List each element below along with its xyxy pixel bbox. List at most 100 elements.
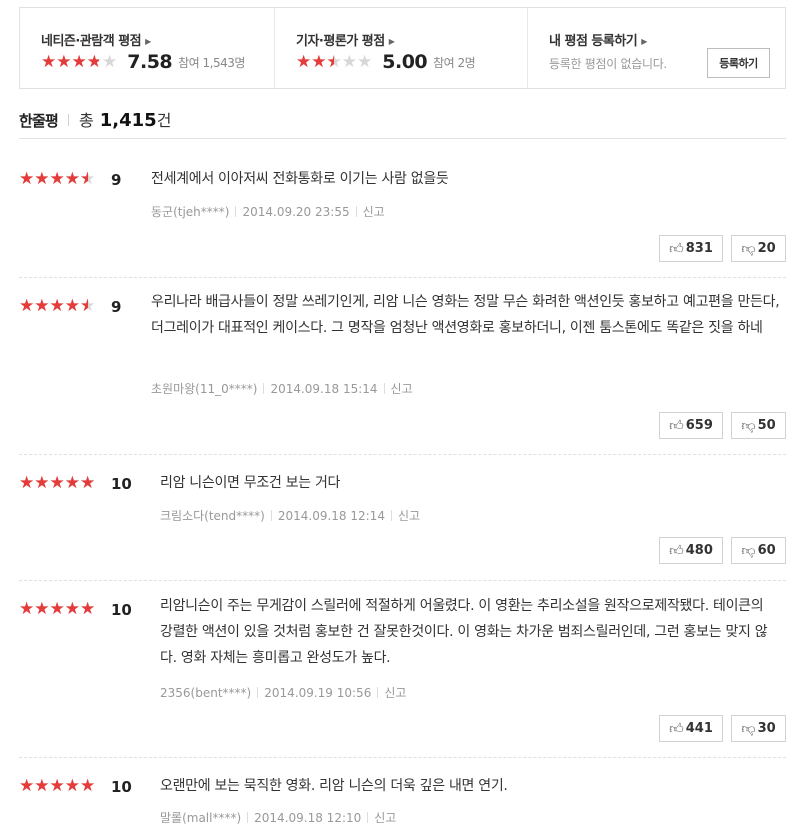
star-icon: ★★ xyxy=(311,51,327,72)
review-stars: ★★★★★★★★★★ xyxy=(19,601,95,618)
review-stars: ★★★★★★★★★★ xyxy=(19,475,95,492)
critic-rating: 기자·평론가 평점▶ ★★★★★★★★ 5.00 참여 2명 xyxy=(275,8,528,88)
thumbs-down-icon: 👎︎ xyxy=(741,543,756,559)
review-text: 오랜만에 보는 묵직한 영화. 리암 니슨의 더욱 깊은 내면 연기. xyxy=(160,778,508,794)
review-date: 2014.09.18 15:14 xyxy=(270,381,378,396)
review-date: 2014.09.18 12:10 xyxy=(254,810,362,825)
review-item: ★ ★ ★ ★ ★ ★ ★ ★ ★ ★ 10 오랜만에 보는 묵직한 영화. 리암 니슨의 더욱 … xyxy=(19,776,786,837)
dislike-button[interactable]: 👎︎ 20 xyxy=(731,235,786,262)
review-item: ★★★★★★★★★★ 9 전세계에서 이아저씨 전화통화로 이기는 사람 없을듯… xyxy=(19,168,786,268)
thumbs-down-icon: 👎︎ xyxy=(741,418,756,434)
rating-summary-box: 네티즌·관람객 평점 ▶ ★ ★ ★ ★ ★ ★ ★ ★ ★ 7.58 참여 1,543명 기자·… xyxy=(19,7,786,89)
report-link[interactable]: 신고 xyxy=(363,203,385,220)
dislike-button[interactable]: 👎︎ 50 xyxy=(731,412,786,439)
star-icon: ★★ xyxy=(80,296,96,316)
total-label: 총 xyxy=(79,111,94,130)
my-rating-title[interactable]: 내 평점 등록하기 ▶ xyxy=(549,30,647,49)
review-user[interactable]: 동군(tjeh****) xyxy=(151,203,229,220)
star-icon: ★★ xyxy=(34,599,50,619)
review-count: 1,415 xyxy=(99,110,157,131)
star-icon: ★★ xyxy=(41,51,57,72)
my-rating-empty-text: 등록한 평점이 없습니다. xyxy=(549,57,667,71)
star-icon: ★★ xyxy=(64,169,80,189)
thumbs-down-icon: 👎︎ xyxy=(741,721,756,737)
critic-rating-title[interactable]: 기자·평론가 평점 ▶ xyxy=(296,30,395,49)
review-meta: 2356(bent****) 2014.09.19 10:56 신고 xyxy=(160,684,406,701)
review-text: 리암니슨이 주는 무게감이 스릴러에 적절하게 어울렸다. 이 영환는 추리소설… xyxy=(160,598,768,666)
review-meta: 초원마왕(11_0****) 2014.09.18 15:14 신고 xyxy=(151,380,413,397)
star-icon: ★★ xyxy=(34,169,50,189)
review-date: 2014.09.18 12:14 xyxy=(277,508,385,523)
review-item: ★★★★★★★★★★ 9 우리나라 배급사들이 정말 쓰레기인게, 리암 니슨 … xyxy=(19,294,786,445)
star-icon: ★★ xyxy=(19,473,35,493)
star-icon: ★★ xyxy=(49,169,65,189)
report-link[interactable]: 신고 xyxy=(384,684,406,701)
review-user[interactable]: 말롤(mall****) xyxy=(160,809,241,826)
count-unit: 건 xyxy=(156,111,172,130)
dislike-button[interactable]: 👎︎ 30 xyxy=(731,715,786,742)
like-button[interactable]: 👍︎ 441 xyxy=(659,715,723,742)
critic-participants: 참여 2명 xyxy=(433,55,476,70)
thumbs-up-icon: 👍︎ xyxy=(669,543,684,559)
register-rating-button[interactable]: 등록하기 xyxy=(707,48,770,78)
star-icon: ★★ xyxy=(326,51,342,72)
star-icon: ★★ xyxy=(64,599,80,619)
critic-score: 5.00 xyxy=(382,51,428,73)
divider xyxy=(19,580,786,581)
review-text: 우리나라 배급사들이 정말 쓰레기인게, 리암 니슨 영화는 정말 무슨 화려한… xyxy=(151,294,780,336)
review-user[interactable]: 크림소다(tend****) xyxy=(160,507,265,524)
netizen-participants: 참여 1,543명 xyxy=(178,55,245,70)
review-score: 10 xyxy=(111,601,132,619)
review-score: 9 xyxy=(111,298,122,316)
review-meta: 동군(tjeh****) 2014.09.20 23:55 신고 xyxy=(151,203,385,220)
review-score: 10 xyxy=(111,475,132,493)
star-icon: ★ xyxy=(357,51,373,72)
review-date: 2014.09.20 23:55 xyxy=(242,204,350,219)
like-button[interactable]: 👍︎ 480 xyxy=(659,537,723,564)
review-user[interactable]: 2356(bent****) xyxy=(160,686,251,700)
review-user[interactable]: 초원마왕(11_0****) xyxy=(151,380,257,397)
star-icon: ★★ xyxy=(80,599,96,619)
star-icon: ★★ xyxy=(34,776,50,796)
star-icon: ★ xyxy=(341,51,357,72)
divider xyxy=(19,454,786,455)
star-icon: ★★ xyxy=(49,599,65,619)
review-item: ★ ★ ★ ★ ★ ★ ★ ★ ★ ★ 10 리암니슨이 주는 무게감이 스릴러에 적절하게 어울… xyxy=(19,598,786,749)
arrow-right-icon: ▶ xyxy=(388,37,395,46)
netizen-score: 7.58 xyxy=(127,51,173,73)
report-link[interactable]: 신고 xyxy=(374,809,396,826)
review-list-header: 한줄평 총 1,415 건 xyxy=(19,107,171,131)
report-link[interactable]: 신고 xyxy=(398,507,420,524)
divider xyxy=(19,277,786,278)
star-icon: ★★ xyxy=(34,296,50,316)
star-icon: ★★ xyxy=(19,169,35,189)
netizen-stars: ★ ★ ★ ★ ★ ★ ★ ★ ★ xyxy=(41,51,118,72)
star-icon: ★★ xyxy=(71,51,87,72)
arrow-right-icon: ▶ xyxy=(145,37,151,46)
star-icon: ★★ xyxy=(49,473,65,493)
review-stars: ★★★★★★★★★★ xyxy=(19,171,95,188)
star-icon: ★★ xyxy=(296,51,312,72)
review-item: ★ ★ ★ ★ ★ ★ ★ ★ ★ ★ 10 리암 니슨이면 무조건 보는 거다 크림소다(ten… xyxy=(19,473,786,573)
thumbs-up-icon: 👍︎ xyxy=(669,721,684,737)
netizen-rating-title[interactable]: 네티즌·관람객 평점 ▶ xyxy=(41,30,151,49)
thumbs-up-icon: 👍︎ xyxy=(669,241,684,257)
star-icon: ★★ xyxy=(19,296,35,316)
like-button[interactable]: 👍︎ 659 xyxy=(659,412,723,439)
star-icon: ★★ xyxy=(49,776,65,796)
review-text: 전세계에서 이아저씨 전화통화로 이기는 사람 없을듯 xyxy=(151,171,449,187)
divider xyxy=(19,757,786,758)
like-button[interactable]: 👍︎ 831 xyxy=(659,235,723,262)
star-icon: ★★ xyxy=(64,473,80,493)
review-stars: ★★★★★★★★★★ xyxy=(19,298,95,315)
dislike-button[interactable]: 👎︎ 60 xyxy=(731,537,786,564)
review-list-title: 한줄평 xyxy=(19,112,59,130)
divider xyxy=(68,114,70,126)
review-meta: 말롤(mall****) 2014.09.18 12:10 신고 xyxy=(160,809,396,826)
star-icon: ★★ xyxy=(64,296,80,316)
review-date: 2014.09.19 10:56 xyxy=(264,685,372,700)
review-stars: ★★★★★★★★★★ xyxy=(19,778,95,795)
report-link[interactable]: 신고 xyxy=(391,380,413,397)
thumbs-down-icon: 👎︎ xyxy=(741,241,756,257)
star-icon: ★ xyxy=(102,51,118,72)
